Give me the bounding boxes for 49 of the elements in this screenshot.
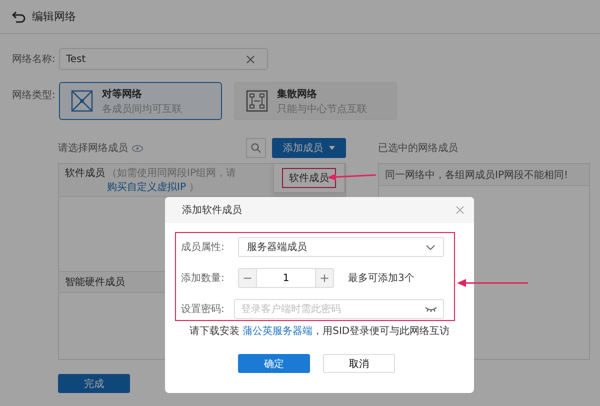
dialog-title: 添加软件成员	[182, 204, 242, 217]
field-label: 添加数量:	[181, 272, 226, 285]
clear-icon	[246, 54, 255, 64]
section-title: 智能硬件成员	[65, 276, 125, 289]
done-button[interactable]: 完成	[58, 374, 130, 393]
notice-text: 同一网络中，各组网成员IP网段不能相同!	[385, 168, 568, 182]
buy-ip-link[interactable]: 购买自定义虚拟IP	[107, 182, 186, 193]
field-label: 成员属性:	[181, 240, 226, 254]
menu-item[interactable]: 软件成员	[282, 168, 336, 188]
field-label: 设置密码:	[181, 302, 226, 316]
network-diagram-icon	[70, 89, 94, 113]
chevron-down-icon	[426, 244, 435, 250]
card-title: 集散网络	[277, 88, 318, 100]
search-icon	[251, 143, 261, 153]
search-button[interactable]	[246, 138, 266, 158]
hint-text: 最多可添加3个	[348, 272, 414, 285]
page-title: 编辑网络	[32, 9, 76, 24]
card-title: 对等网络	[102, 88, 143, 100]
network-type-card[interactable]: 集散网络 只能与中心节点互联	[234, 82, 397, 120]
download-note: 请下载安装 蒲公英服务器端，用SID登录便可与此网络互访	[188, 324, 451, 338]
member-type-select[interactable]: 服务器端成员	[238, 237, 444, 257]
section-note: （如需使用同网段IP组网，请 购买自定义虚拟IP ）	[107, 166, 237, 194]
network-diagram-icon	[245, 89, 269, 113]
section-label: 请选择网络成员	[58, 142, 128, 155]
card-subtitle: 只能与中心节点互联	[277, 102, 367, 116]
annotation-arrow	[327, 172, 377, 182]
confirm-button[interactable]: 确定	[238, 354, 310, 373]
select-value: 服务器端成员	[247, 240, 307, 254]
back-arrow-icon[interactable]	[12, 10, 26, 22]
eye-icon	[132, 144, 143, 152]
increment-button[interactable]: +	[315, 268, 334, 288]
cancel-button[interactable]: 取消	[323, 354, 395, 373]
password-field[interactable]: 登录客户端时需此密码	[234, 299, 444, 319]
section-label: 已选中的网络成员	[378, 142, 458, 155]
close-icon[interactable]	[456, 206, 464, 214]
annotation-arrow	[457, 278, 529, 288]
add-member-button[interactable]: 添加成员	[272, 138, 346, 158]
input-value: Test	[66, 54, 86, 64]
download-link[interactable]: 蒲公英服务器端	[242, 326, 313, 337]
field-label: 网络名称:	[12, 53, 56, 66]
card-subtitle: 各成员间均可互联	[102, 102, 182, 116]
closed-eye-icon	[425, 307, 437, 312]
decrement-button[interactable]: −	[238, 268, 257, 288]
quantity-input-field[interactable]: 1	[257, 268, 315, 288]
network-type-card[interactable]: 对等网络 各成员间均可互联	[59, 82, 222, 120]
field-label: 网络类型:	[12, 88, 56, 102]
caret-icon	[329, 146, 335, 150]
section-title: 软件成员	[65, 166, 105, 180]
name-input-field[interactable]: Test	[59, 48, 268, 70]
